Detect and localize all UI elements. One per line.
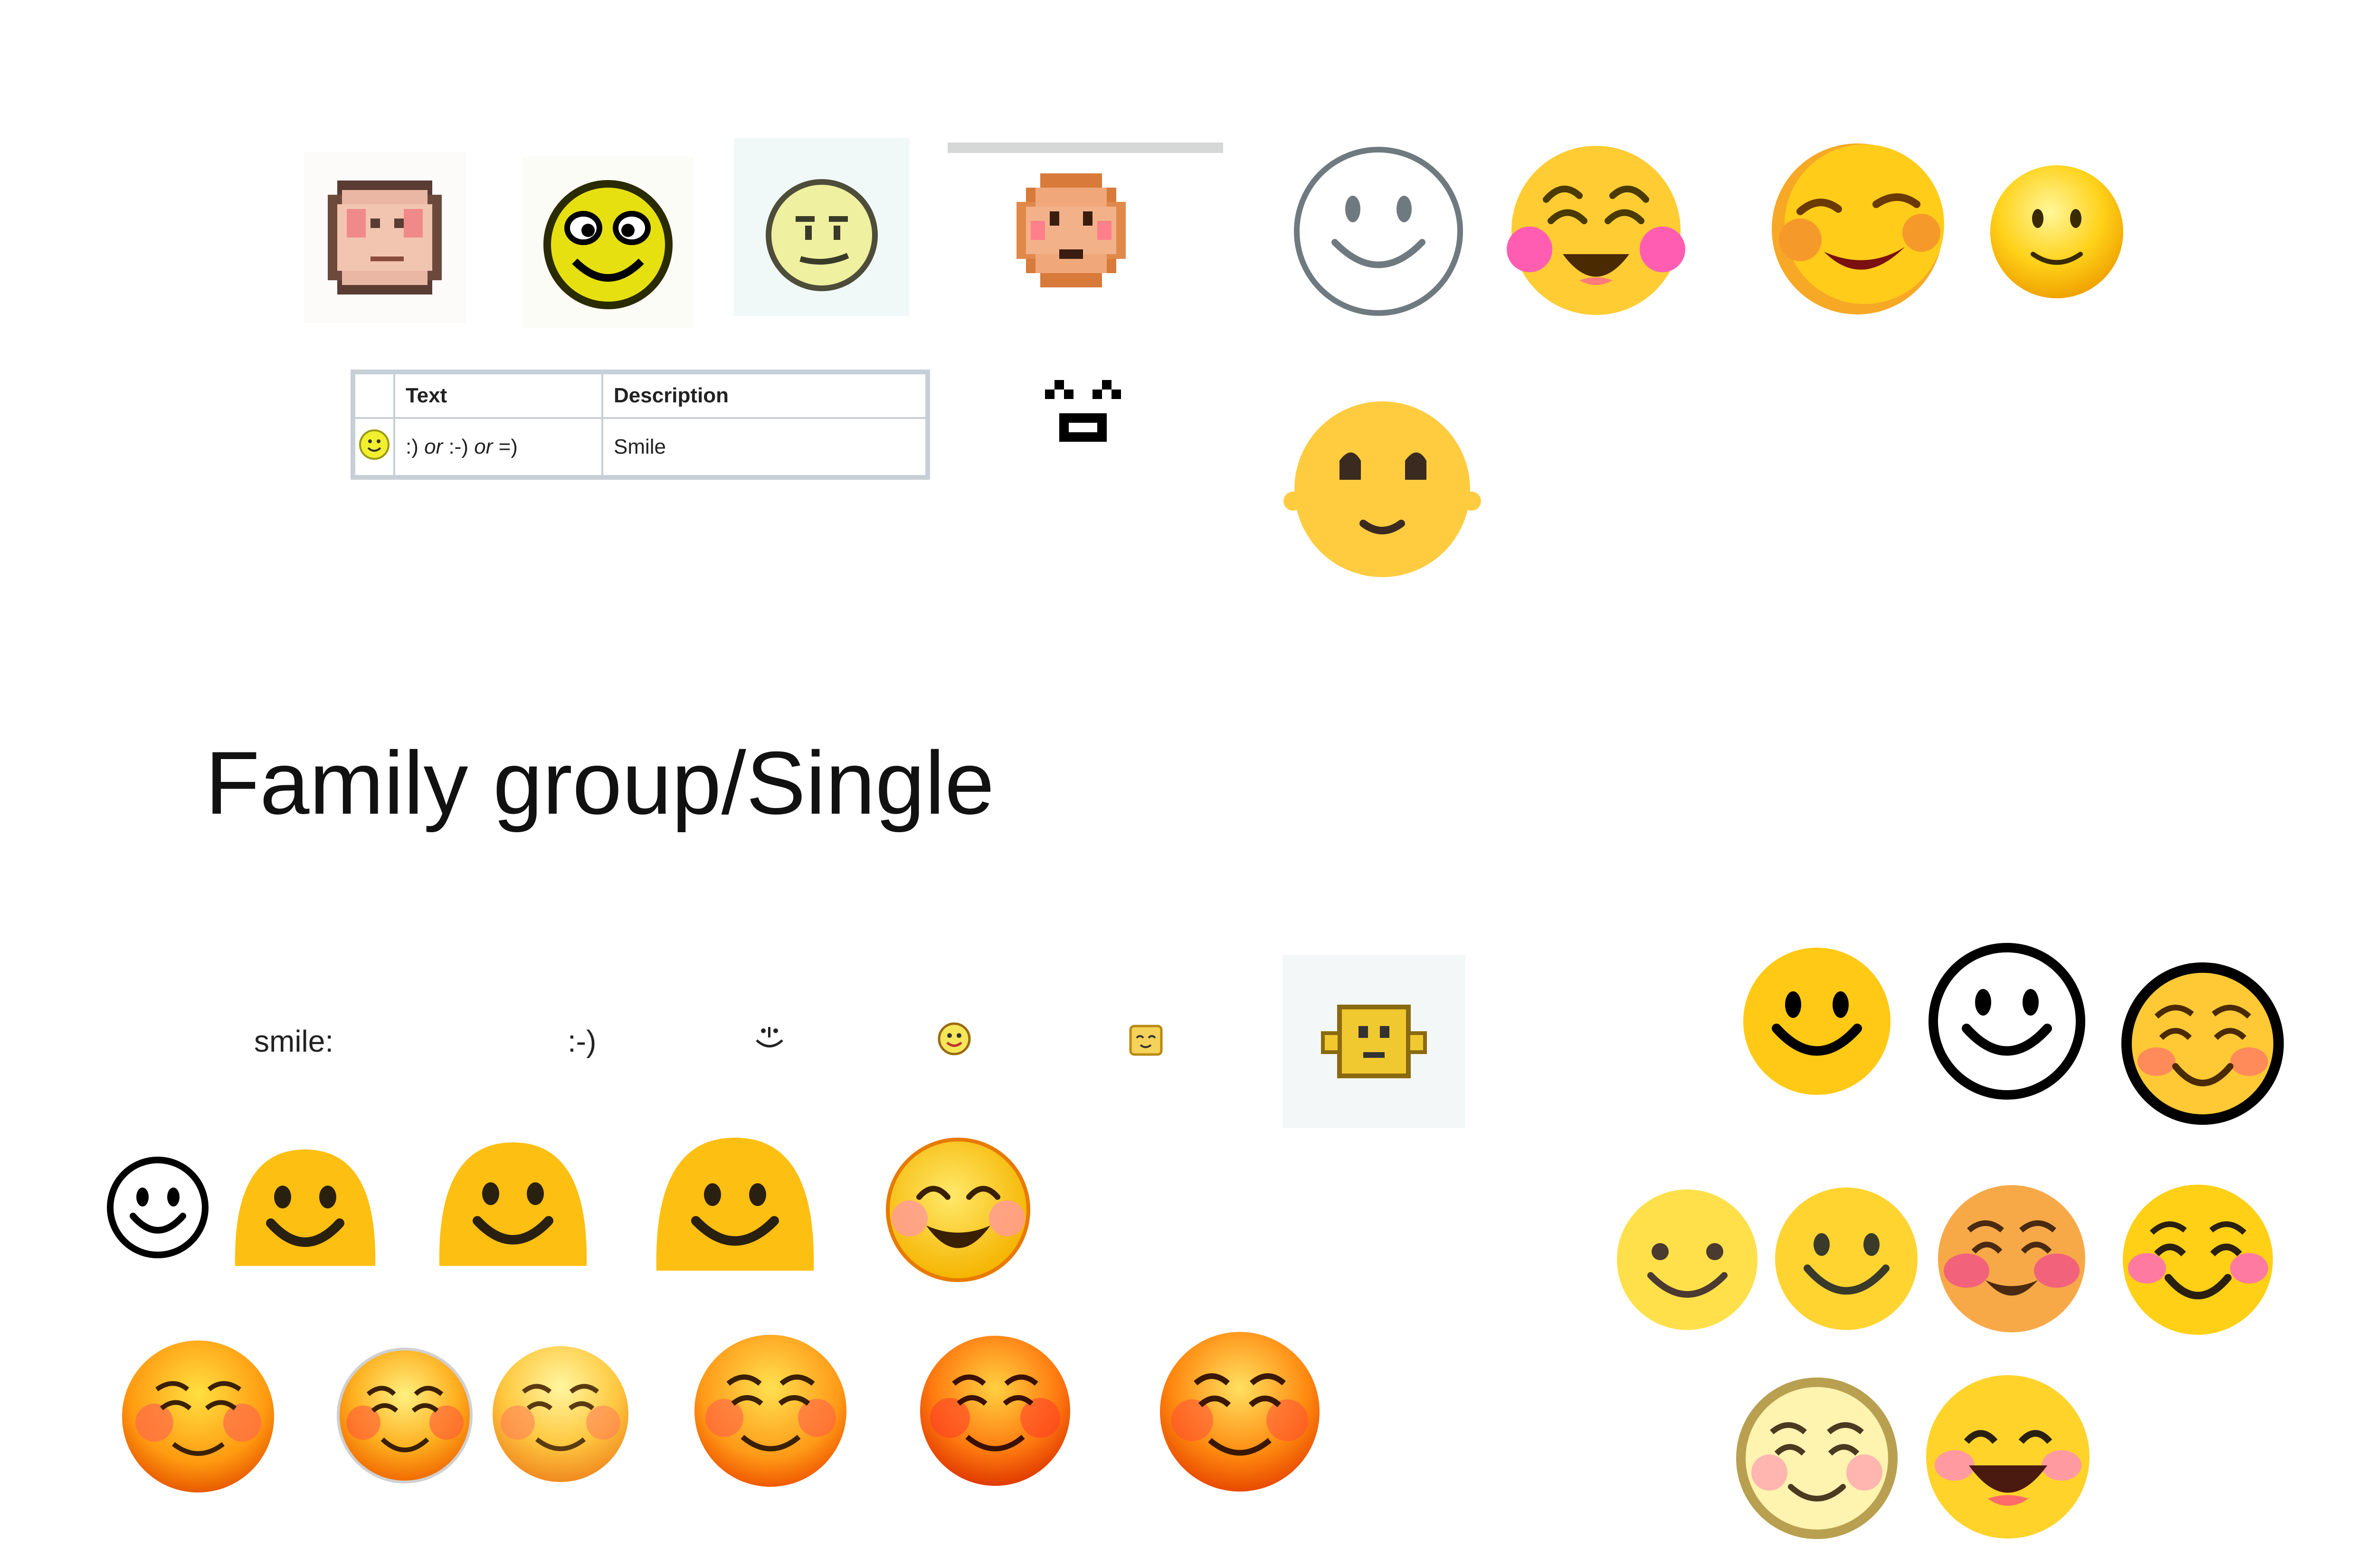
yellow-smile-icon <box>1775 1188 1918 1330</box>
outline-smile-icon <box>1294 147 1463 316</box>
text-part: =) <box>493 435 518 458</box>
blush-smile-icon <box>1507 146 1685 315</box>
table-header-icon <box>353 372 395 419</box>
blush-smile-icon <box>1926 1375 2090 1539</box>
pixel-block-face-icon <box>1282 955 1465 1128</box>
outline-face-icon <box>107 1157 209 1258</box>
blob-smile-icon <box>439 1142 587 1266</box>
relaxed-face-icon <box>493 1346 628 1482</box>
pixel-yellow-grin-icon <box>522 157 694 328</box>
text-part: :) <box>406 435 425 458</box>
pixel-pale-smirk-icon <box>734 138 910 316</box>
relaxed-face-icon <box>886 1138 1030 1282</box>
table-cell-text: :) or :-) or =) <box>393 417 603 477</box>
round-eyes-smile-icon <box>1283 401 1481 577</box>
relaxed-face-icon <box>694 1335 846 1487</box>
text-face-icon <box>1045 380 1121 442</box>
relaxed-face-icon <box>122 1340 274 1492</box>
text-part: or <box>474 435 493 458</box>
table-cell-icon <box>353 417 395 477</box>
text-part: :-) <box>443 435 475 458</box>
tiny-smile-icon <box>359 429 390 460</box>
table-header-text: Text <box>393 372 603 419</box>
shortcode-smile: smile: <box>254 1024 334 1058</box>
blush-smile-icon <box>2121 962 2284 1125</box>
table-cell-description: Smile <box>601 417 927 477</box>
table-header-description: Description <box>601 372 927 419</box>
tiny-yellow-smile-icon <box>938 1022 971 1055</box>
section-heading: Family group/Single <box>205 733 995 833</box>
blob-smile-icon <box>235 1150 376 1266</box>
yellow-smile-icon <box>1617 1189 1758 1330</box>
tilted-blush-smile-icon <box>1772 143 1944 314</box>
emoticon-table: Text Description :) or :-) or =) Smile <box>351 370 930 480</box>
blush-smile-icon <box>2123 1185 2273 1335</box>
pixel-tan-face-icon <box>304 152 466 323</box>
gray-divider-bar <box>948 143 1223 153</box>
text-part: or <box>424 435 443 458</box>
shortcode-ascii: :-) <box>568 1024 597 1058</box>
outline-smile-icon <box>1928 943 2085 1100</box>
blob-smile-icon <box>656 1138 814 1271</box>
glossy-smile-icon <box>1990 165 2123 298</box>
relaxed-face-icon <box>1736 1378 1898 1539</box>
blush-smile-icon <box>1938 1185 2085 1332</box>
tiny-square-smile-icon <box>1129 1025 1163 1056</box>
relaxed-face-icon <box>1160 1332 1320 1492</box>
yellow-smile-icon <box>1743 948 1890 1095</box>
relaxed-face-icon <box>337 1348 473 1483</box>
relaxed-face-icon <box>920 1336 1070 1486</box>
pixel-orange-face-icon <box>1012 169 1130 292</box>
tiny-text-face-icon <box>756 1027 783 1047</box>
